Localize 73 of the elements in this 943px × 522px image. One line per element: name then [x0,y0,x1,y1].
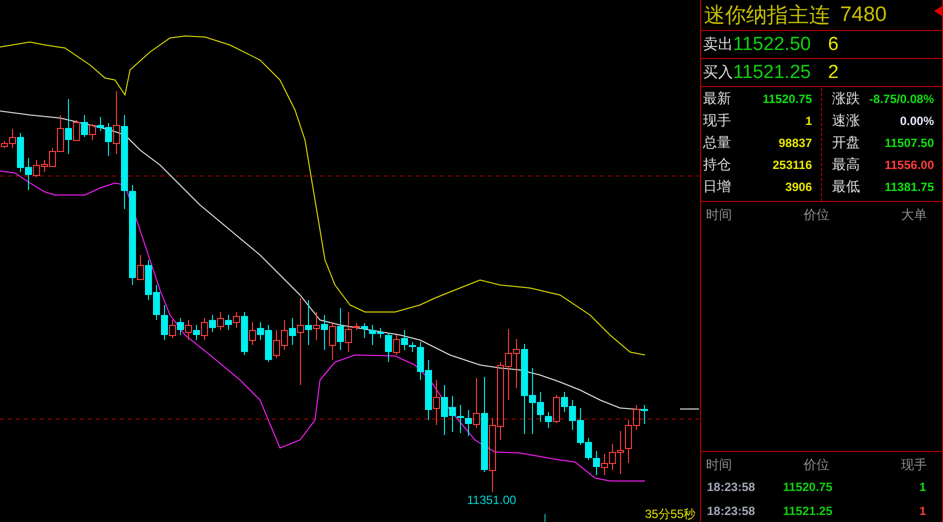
stat-label: 最低 [831,178,860,196]
stat-label: 持仓 [702,156,731,174]
rising-candlestick [329,322,336,360]
rising-candlestick [217,312,224,330]
rising-candlestick [201,318,208,340]
stat-label: 开盘 [831,134,860,152]
rising-candlestick [313,312,320,340]
stat-value: 253116 [772,158,812,172]
falling-candlestick [225,314,232,330]
falling-candlestick [289,318,296,346]
stat-label: 最高 [831,156,860,174]
quote-label: 买入 [702,63,733,82]
falling-candlestick [81,114,88,138]
tick-volume: 1 [919,504,926,518]
falling-candlestick [193,324,200,340]
column-header: 现手 [901,456,927,474]
tick-time: 18:23:58 [707,504,756,518]
column-header: 价位 [804,206,830,224]
quote-price: 11522.50 [733,34,808,56]
tick-time: 18:23:58 [707,480,756,494]
countdown-label: 35分55秒 [645,506,696,522]
stat-value: 3906 [785,180,812,194]
rising-candlestick [113,90,120,154]
falling-candlestick [305,300,312,346]
stat-value: 0.00% [900,114,934,128]
falling-candlestick [177,318,184,336]
column-header: 价位 [804,456,830,474]
rising-candlestick [233,312,240,328]
rising-candlestick [249,322,256,346]
instrument-name: 迷你纳指主连 [704,3,830,29]
stat-value: 98837 [778,136,812,150]
stat-label: 现手 [702,112,731,130]
rising-candlestick [89,124,96,140]
tick-volume: 1 [919,480,926,494]
quote-volume: 2 [828,62,839,84]
column-header: 大单 [901,206,927,224]
stat-value: 11556.00 [884,158,934,172]
axis-tick [544,514,546,522]
stat-value: 1 [805,114,812,128]
tick-price: 11520.75 [782,480,834,494]
stat-label: 涨跌 [831,90,860,108]
falling-candlestick [209,314,216,332]
rising-candlestick [73,120,80,142]
quote-label: 卖出 [702,35,733,54]
column-header: 时间 [706,206,732,224]
stat-label: 最新 [702,90,731,108]
falling-candlestick [65,98,72,154]
tick-price: 11521.25 [782,504,834,518]
falling-candlestick [337,308,344,350]
falling-candlestick [641,404,648,424]
rising-candlestick [137,254,144,280]
low-price-label: 11351.00 [467,493,516,507]
stat-value: 11381.75 [884,180,934,194]
quote-volume: 6 [828,34,839,56]
column-header: 时间 [706,456,732,474]
stat-label: 总量 [702,134,731,152]
rising-candlestick [393,334,400,356]
falling-candlestick [241,312,248,356]
rising-candlestick [169,320,176,338]
triangle-icon [934,6,942,16]
instrument-code: 7480 [840,3,888,27]
stat-label: 日增 [702,178,731,196]
stat-label: 速涨 [831,112,860,130]
stat-value: -8.75/0.08% [869,92,934,106]
falling-candlestick [321,314,328,350]
stat-value: 11507.50 [884,136,934,150]
rising-candlestick [433,380,440,426]
price-marker-line [680,408,700,410]
quote-price: 11521.25 [733,62,808,84]
rising-candlestick [185,320,192,340]
rising-candlestick [473,378,480,428]
rising-candlestick [553,394,560,424]
stat-value: 11520.75 [762,92,812,106]
